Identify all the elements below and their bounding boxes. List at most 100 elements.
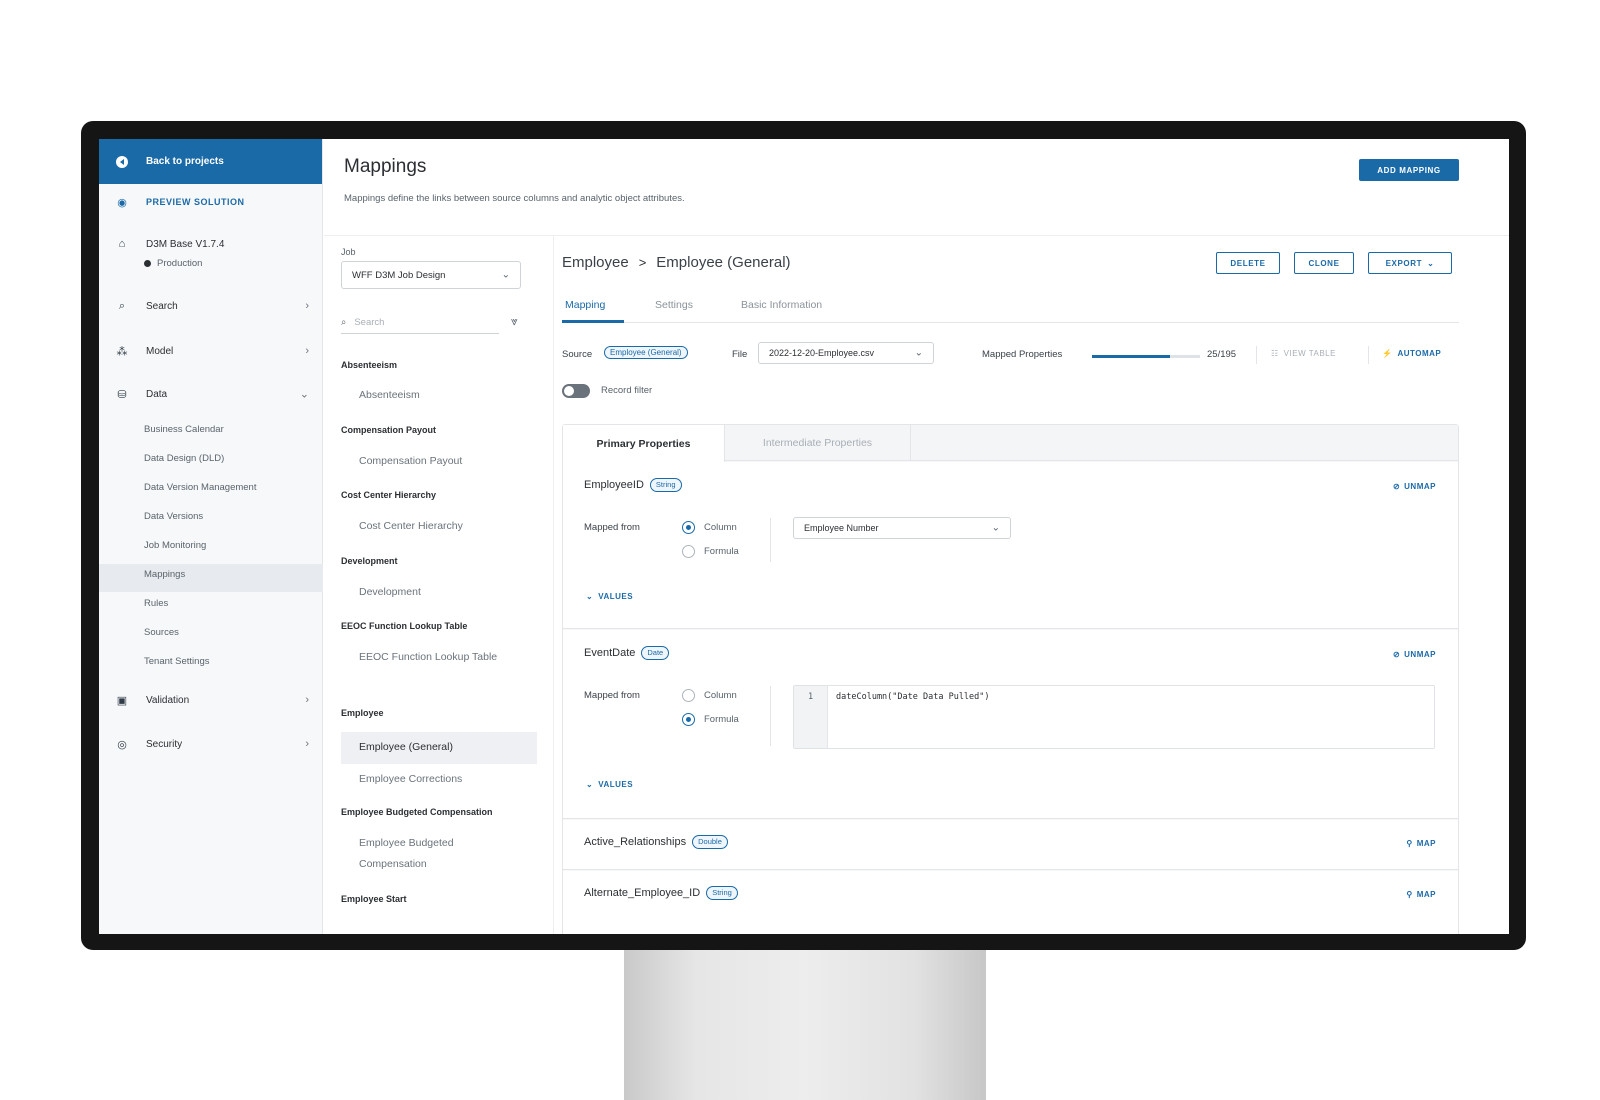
property-name: Alternate_Employee_ID String <box>584 886 738 900</box>
automap-button[interactable]: ⚡ AUTOMAP <box>1382 349 1441 358</box>
view-table-button[interactable]: ☷ VIEW TABLE <box>1271 349 1336 358</box>
nav-security[interactable]: ◎ Security › <box>99 735 323 753</box>
mapped-from-label: Mapped from <box>584 522 640 533</box>
list-item-absenteeism[interactable]: Absenteeism <box>359 385 420 406</box>
delete-button[interactable]: DELETE <box>1216 252 1280 274</box>
project-name: D3M Base V1.7.4 <box>146 238 225 250</box>
chevron-down-icon: ⌄ <box>991 522 1000 534</box>
clone-button[interactable]: CLONE <box>1294 252 1354 274</box>
map-label: MAP <box>1416 839 1436 848</box>
type-badge: Date <box>641 646 670 660</box>
sidebar-item-rules[interactable]: Rules <box>144 598 168 609</box>
chevron-right-icon: › <box>305 738 309 750</box>
file-label: File <box>732 349 748 360</box>
automap-label: AUTOMAP <box>1397 349 1442 358</box>
file-select[interactable]: 2022-12-20-Employee.csv ⌄ <box>758 342 934 364</box>
values-toggle[interactable]: ⌄ VALUES <box>586 592 633 601</box>
preview-label: PREVIEW SOLUTION <box>146 197 245 207</box>
property-name: EmployeeID String <box>584 478 682 492</box>
detail-tabs: Mapping Settings Basic Information <box>562 299 1459 323</box>
sidebar-item-data-versions[interactable]: Data Versions <box>144 511 203 522</box>
list-item-employee-corrections[interactable]: Employee Corrections <box>359 769 462 790</box>
radio-column[interactable]: Column <box>682 521 737 534</box>
type-badge: String <box>706 886 738 900</box>
list-item-compensation-payout[interactable]: Compensation Payout <box>359 451 462 472</box>
breadcrumb: Employee > Employee (General) <box>562 254 791 271</box>
map-button[interactable]: ⚲ MAP <box>1406 839 1436 848</box>
list-item-eeoc-function-lookup[interactable]: EEOC Function Lookup Table <box>359 647 509 668</box>
radio-column-label: Column <box>704 690 737 701</box>
unmap-button[interactable]: ⊘ UNMAP <box>1393 482 1436 491</box>
list-item-cost-center-hierarchy[interactable]: Cost Center Hierarchy <box>359 516 463 537</box>
sidebar: Back to projects ◉ PREVIEW SOLUTION ⌂ D3… <box>99 139 323 934</box>
list-item-employee-general[interactable]: Employee (General) <box>359 737 453 758</box>
sidebar-item-sources[interactable]: Sources <box>144 627 179 638</box>
group-eeoc-function-lookup: EEOC Function Lookup Table <box>341 621 468 631</box>
environment-status: Production <box>144 258 202 269</box>
radio-formula[interactable]: Formula <box>682 713 739 726</box>
list-item-employee-budgeted-compensation[interactable]: Employee Budgeted Compensation <box>359 833 509 875</box>
nav-data[interactable]: ⛁ Data ⌄ <box>99 385 323 403</box>
tab-intermediate-properties[interactable]: Intermediate Properties <box>725 425 911 461</box>
radio-column[interactable]: Column <box>682 689 737 702</box>
property-alternate-employee-id: Alternate_Employee_ID String ⚲ MAP <box>563 871 1458 934</box>
properties-panel: Primary Properties Intermediate Properti… <box>562 424 1459 934</box>
radio-formula-label: Formula <box>704 546 739 557</box>
divider <box>770 686 771 746</box>
back-to-projects-button[interactable]: Back to projects <box>99 139 322 184</box>
sidebar-item-data-version-management[interactable]: Data Version Management <box>144 482 256 493</box>
chevron-right-icon: › <box>305 300 309 312</box>
project-item[interactable]: ⌂ D3M Base V1.7.4 <box>99 235 323 253</box>
unlink-icon: ⊘ <box>1392 482 1401 491</box>
table-icon: ☷ <box>1271 349 1279 358</box>
eye-icon: ◉ <box>117 196 127 209</box>
validation-icon: ▣ <box>116 694 128 707</box>
delete-label: DELETE <box>1230 258 1266 268</box>
values-toggle[interactable]: ⌄ VALUES <box>586 780 633 789</box>
list-item-development[interactable]: Development <box>359 582 421 603</box>
nav-search-label: Search <box>146 300 178 312</box>
divider <box>1368 346 1369 364</box>
radio-indicator <box>682 713 695 726</box>
nav-search[interactable]: ⌕ Search › <box>99 297 323 315</box>
chevron-down-icon: ⌄ <box>501 269 510 281</box>
group-employee: Employee <box>341 708 384 718</box>
sidebar-item-job-monitoring[interactable]: Job Monitoring <box>144 540 206 551</box>
search-icon: ⌕ <box>341 317 347 328</box>
job-select[interactable]: WFF D3M Job Design ⌄ <box>341 261 521 289</box>
sidebar-item-data-design[interactable]: Data Design (DLD) <box>144 453 224 464</box>
sidebar-item-business-calendar[interactable]: Business Calendar <box>144 424 224 435</box>
unmap-label: UNMAP <box>1404 482 1436 491</box>
sidebar-item-mappings[interactable]: Mappings <box>144 569 185 580</box>
unmap-button[interactable]: ⊘ UNMAP <box>1393 650 1436 659</box>
tab-primary-label: Primary Properties <box>596 437 691 450</box>
nav-validation[interactable]: ▣ Validation › <box>99 691 323 709</box>
chevron-right-icon: › <box>305 345 309 357</box>
list-search-input[interactable]: ⌕ Search <box>341 312 499 334</box>
formula-text: dateColumn("Date Data Pulled") <box>836 692 990 702</box>
radio-indicator <box>682 689 695 702</box>
record-filter-toggle[interactable] <box>562 384 590 398</box>
column-select[interactable]: Employee Number ⌄ <box>793 517 1011 539</box>
radio-formula[interactable]: Formula <box>682 545 739 558</box>
source-chip[interactable]: Employee (General) <box>604 346 688 359</box>
nav-model[interactable]: ⁂ Model › <box>99 342 323 360</box>
tab-intermediate-label: Intermediate Properties <box>762 437 873 449</box>
map-button[interactable]: ⚲ MAP <box>1406 890 1436 899</box>
tab-basic-information[interactable]: Basic Information <box>741 299 822 311</box>
export-button[interactable]: EXPORT ⌄ <box>1368 252 1452 274</box>
tab-primary-properties[interactable]: Primary Properties <box>563 425 725 462</box>
unlink-icon: ⊘ <box>1392 650 1401 659</box>
tab-settings[interactable]: Settings <box>655 299 693 311</box>
chevron-right-icon: › <box>305 694 309 706</box>
sidebar-item-tenant-settings[interactable]: Tenant Settings <box>144 656 210 667</box>
add-mapping-button[interactable]: ADD MAPPING <box>1359 159 1459 181</box>
mapped-count: 25/195 <box>1207 349 1237 360</box>
tab-mapping[interactable]: Mapping <box>565 299 605 311</box>
breadcrumb-parent[interactable]: Employee <box>562 254 629 271</box>
preview-solution-button[interactable]: ◉ PREVIEW SOLUTION <box>99 191 323 213</box>
filter-icon[interactable]: ⩔ <box>511 314 518 329</box>
source-row: Source Employee (General) File 2022-12-2… <box>562 342 1459 366</box>
formula-editor[interactable]: 1 dateColumn("Date Data Pulled") <box>793 685 1435 749</box>
page-title: Mappings <box>344 156 427 177</box>
